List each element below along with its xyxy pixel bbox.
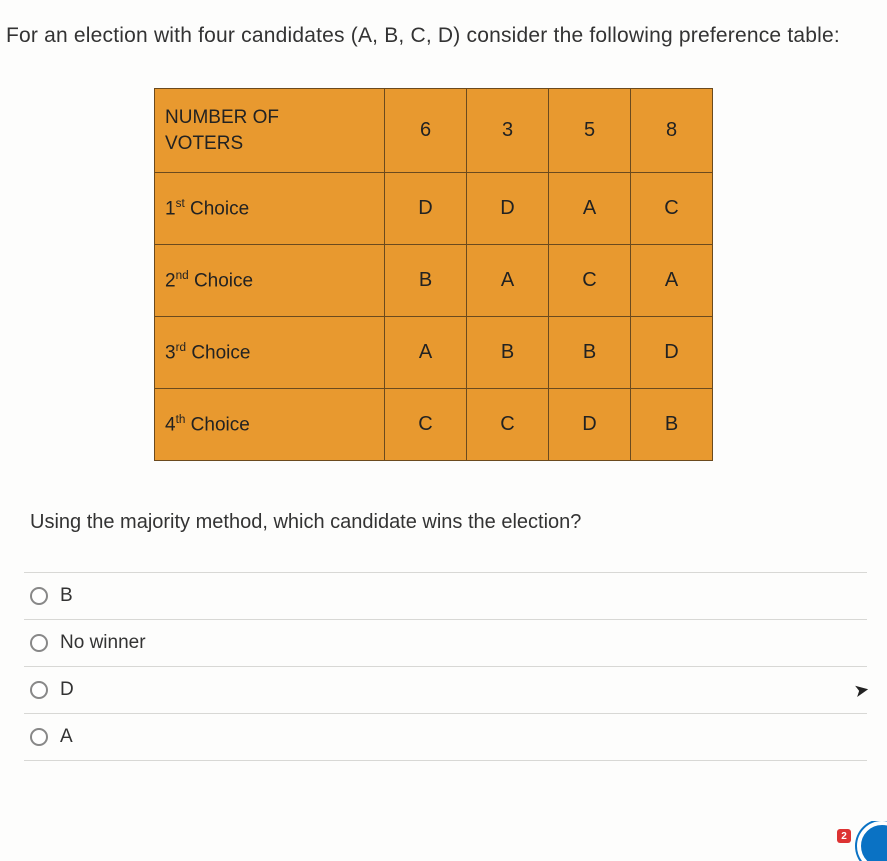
table-header-row: NUMBER OF VOTERS 6 3 5 8 [155,89,713,173]
option-no-winner[interactable]: No winner [24,619,867,666]
radio-icon [30,728,48,746]
pref-cell: C [631,173,713,245]
pref-cell: D [631,317,713,389]
radio-icon [30,681,48,699]
help-widget[interactable]: 2 [817,821,887,861]
option-label: B [60,585,73,607]
choice-label: 2nd Choice [155,245,385,317]
table-row: 1st Choice D D A C [155,173,713,245]
pref-cell: C [385,389,467,461]
help-bubble-icon [857,821,887,861]
option-d[interactable]: D [24,666,867,713]
notification-badge: 2 [837,829,851,843]
choice-label: 4th Choice [155,389,385,461]
pref-cell: A [631,245,713,317]
pref-cell: C [549,245,631,317]
pref-cell: B [549,317,631,389]
voter-count-cell: 6 [385,89,467,173]
voter-count-cell: 3 [467,89,549,173]
pref-cell: D [467,173,549,245]
choice-label: 1st Choice [155,173,385,245]
table-row: 4th Choice C C D B [155,389,713,461]
question-stem: For an election with four candidates (A,… [0,24,867,48]
pref-cell: B [385,245,467,317]
header-line-2: VOTERS [165,133,243,154]
preference-table: NUMBER OF VOTERS 6 3 5 8 1st Choice D D … [154,88,713,461]
header-line-1: NUMBER OF [165,107,279,128]
table-row: 3rd Choice A B B D [155,317,713,389]
answer-options: B No winner D A [0,572,867,761]
option-label: No winner [60,632,146,654]
question-page: For an election with four candidates (A,… [0,0,887,861]
option-b[interactable]: B [24,572,867,619]
pref-cell: D [385,173,467,245]
choice-label: 3rd Choice [155,317,385,389]
table-row: 2nd Choice B A C A [155,245,713,317]
pref-cell: B [467,317,549,389]
radio-icon [30,634,48,652]
preference-table-container: NUMBER OF VOTERS 6 3 5 8 1st Choice D D … [0,88,867,461]
pref-cell: A [467,245,549,317]
pref-cell: C [467,389,549,461]
voter-count-cell: 8 [631,89,713,173]
pref-cell: D [549,389,631,461]
sub-question: Using the majority method, which candida… [0,511,867,534]
pref-cell: A [549,173,631,245]
option-label: D [60,679,74,701]
cursor-icon: ➤ [852,679,871,702]
radio-icon [30,587,48,605]
option-label: A [60,726,73,748]
header-voters-label: NUMBER OF VOTERS [155,89,385,173]
pref-cell: B [631,389,713,461]
voter-count-cell: 5 [549,89,631,173]
option-a[interactable]: A [24,713,867,761]
pref-cell: A [385,317,467,389]
